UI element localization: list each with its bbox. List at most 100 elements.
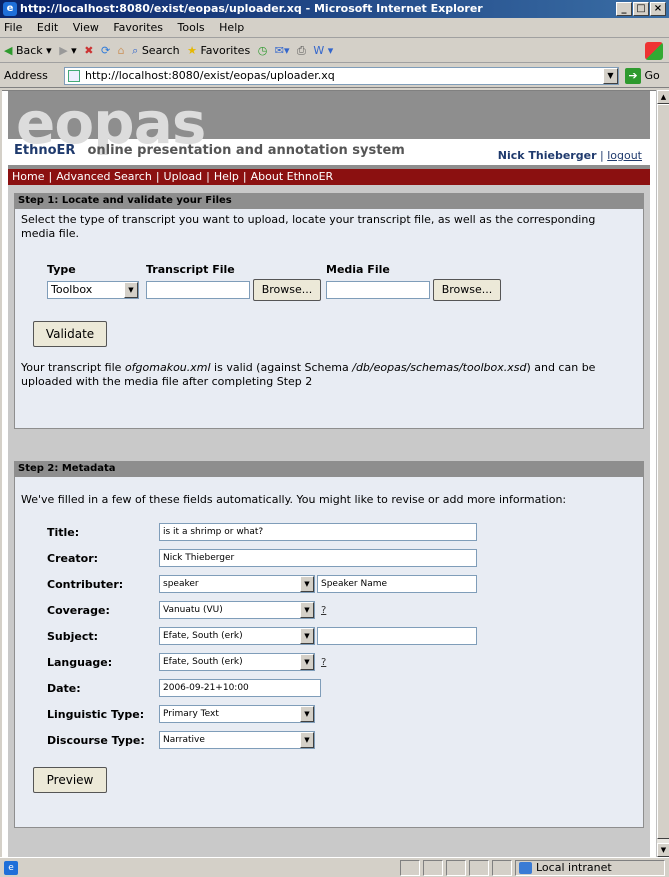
title-input[interactable]: is it a shrimp or what? bbox=[159, 523, 477, 541]
validate-button[interactable]: Validate bbox=[33, 321, 107, 347]
zone-label: Local intranet bbox=[536, 861, 612, 874]
linguistic-type-select[interactable]: Primary Text ▼ bbox=[159, 705, 315, 723]
page-background: eopas EthnoER online presentation and ann… bbox=[8, 91, 650, 857]
nav-upload[interactable]: Upload bbox=[164, 170, 203, 183]
browser-toolbar: ◀ Back ▾ ▶ ▾ ✖ ⟳ ⌂ ⌕ Search ★ Favorites … bbox=[0, 39, 669, 63]
language-help-link[interactable]: ? bbox=[321, 657, 326, 668]
intranet-icon bbox=[519, 862, 532, 874]
page-status-icon: e bbox=[4, 861, 18, 875]
status-segment bbox=[446, 860, 466, 876]
nav-advanced-search[interactable]: Advanced Search bbox=[56, 170, 152, 183]
window-titlebar: e http://localhost:8080/exist/eopas/uplo… bbox=[0, 0, 669, 18]
site-nav: Home | Advanced Search | Upload | Help | About E… bbox=[8, 169, 650, 185]
history-icon[interactable]: ◷ bbox=[258, 39, 268, 63]
menu-tools[interactable]: Tools bbox=[178, 21, 205, 34]
contributer-role-value: speaker bbox=[163, 579, 199, 589]
validation-result: Your transcript file ofgomakou.xml is va… bbox=[21, 361, 596, 388]
forward-button[interactable]: ▶ ▾ bbox=[59, 39, 77, 63]
date-input[interactable]: 2006-09-21+10:00 bbox=[159, 679, 321, 697]
type-select[interactable]: Toolbox ▼ bbox=[47, 281, 139, 299]
close-button[interactable]: × bbox=[650, 2, 666, 16]
media-file-label: Media File bbox=[326, 263, 390, 276]
maximize-button[interactable]: □ bbox=[633, 2, 649, 16]
step2-intro: We've filled in a few of these fields au… bbox=[21, 493, 567, 506]
chevron-down-icon: ▼ bbox=[300, 602, 314, 618]
contributer-role-select[interactable]: speaker ▼ bbox=[159, 575, 315, 593]
brand-tagline: online presentation and annotation syste… bbox=[87, 143, 405, 158]
home-icon[interactable]: ⌂ bbox=[118, 39, 125, 63]
coverage-help-link[interactable]: ? bbox=[321, 605, 326, 616]
back-button[interactable]: ◀ Back ▾ bbox=[4, 39, 52, 63]
menu-view[interactable]: View bbox=[73, 21, 99, 34]
window-title: http://localhost:8080/exist/eopas/upload… bbox=[20, 2, 483, 15]
search-button[interactable]: ⌕ Search bbox=[132, 39, 179, 63]
contributer-name-input[interactable]: Speaker Name bbox=[317, 575, 477, 593]
chevron-down-icon: ▼ bbox=[300, 654, 314, 670]
scroll-up-icon[interactable]: ▲ bbox=[657, 90, 669, 104]
user-name: Nick Thieberger bbox=[497, 149, 597, 162]
chevron-down-icon: ▼ bbox=[300, 576, 314, 592]
go-button[interactable]: ➔ Go bbox=[625, 67, 665, 85]
back-arrow-icon: ◀ bbox=[4, 44, 13, 57]
media-file-input[interactable] bbox=[326, 281, 430, 299]
media-browse-button[interactable]: Browse... bbox=[433, 279, 501, 301]
type-value: Toolbox bbox=[51, 283, 93, 296]
user-info: Nick Thieberger | logout bbox=[497, 149, 642, 162]
search-label: Search bbox=[141, 44, 180, 57]
coverage-value: Vanuatu (VU) bbox=[163, 605, 223, 615]
subject-extra-input[interactable] bbox=[317, 627, 477, 645]
menu-file[interactable]: File bbox=[4, 21, 22, 34]
vertical-scrollbar[interactable]: ▲ ▼ bbox=[656, 90, 669, 857]
coverage-select[interactable]: Vanuatu (VU) ▼ bbox=[159, 601, 315, 619]
scroll-thumb[interactable] bbox=[657, 104, 669, 839]
linguistic-type-value: Primary Text bbox=[163, 709, 219, 719]
nav-about[interactable]: About EthnoER bbox=[251, 170, 334, 183]
back-label: Back bbox=[15, 44, 43, 57]
go-arrow-icon: ➔ bbox=[625, 68, 641, 84]
subject-value: Efate, South (erk) bbox=[163, 631, 243, 641]
menu-edit[interactable]: Edit bbox=[37, 21, 58, 34]
chevron-down-icon: ▼ bbox=[300, 706, 314, 722]
page-viewport: eopas EthnoER online presentation and ann… bbox=[2, 90, 656, 857]
windows-logo-icon bbox=[645, 42, 663, 60]
language-label: Language: bbox=[47, 656, 113, 669]
address-input[interactable]: http://localhost:8080/exist/eopas/upload… bbox=[64, 67, 619, 85]
discourse-type-value: Narrative bbox=[163, 735, 205, 745]
menu-favorites[interactable]: Favorites bbox=[113, 21, 163, 34]
status-segment bbox=[423, 860, 443, 876]
date-label: Date: bbox=[47, 682, 81, 695]
creator-input[interactable]: Nick Thieberger bbox=[159, 549, 477, 567]
refresh-icon[interactable]: ⟳ bbox=[101, 39, 110, 63]
edit-icon[interactable]: W ▾ bbox=[313, 39, 333, 63]
language-select[interactable]: Efate, South (erk) ▼ bbox=[159, 653, 315, 671]
title-label: Title: bbox=[47, 526, 80, 539]
coverage-label: Coverage: bbox=[47, 604, 110, 617]
site-header: eopas EthnoER online presentation and ann… bbox=[8, 91, 650, 185]
transcript-browse-button[interactable]: Browse... bbox=[253, 279, 321, 301]
nav-home[interactable]: Home bbox=[12, 170, 44, 183]
transcript-file-input[interactable] bbox=[146, 281, 250, 299]
logout-link[interactable]: logout bbox=[607, 149, 642, 162]
discourse-type-label: Discourse Type: bbox=[47, 734, 145, 747]
stop-icon[interactable]: ✖ bbox=[84, 39, 93, 63]
menu-help[interactable]: Help bbox=[219, 21, 244, 34]
address-dropdown-icon[interactable]: ▼ bbox=[603, 68, 618, 84]
status-segment bbox=[469, 860, 489, 876]
brand-name: EthnoER bbox=[14, 143, 76, 158]
status-bar: e Local intranet bbox=[0, 857, 669, 877]
nav-help[interactable]: Help bbox=[214, 170, 239, 183]
subject-select[interactable]: Efate, South (erk) ▼ bbox=[159, 627, 315, 645]
scroll-down-icon[interactable]: ▼ bbox=[657, 843, 669, 857]
step1-panel: Select the type of transcript you want t… bbox=[14, 208, 644, 429]
mail-icon[interactable]: ✉▾ bbox=[275, 39, 290, 63]
type-label: Type bbox=[47, 263, 76, 276]
discourse-type-select[interactable]: Narrative ▼ bbox=[159, 731, 315, 749]
step1-header: Step 1: Locate and validate your Files bbox=[14, 193, 644, 208]
preview-button[interactable]: Preview bbox=[33, 767, 107, 793]
ie-icon: e bbox=[3, 2, 17, 16]
menu-bar: File Edit View Favorites Tools Help bbox=[0, 18, 669, 38]
step1-intro: Select the type of transcript you want t… bbox=[21, 213, 596, 240]
favorites-button[interactable]: ★ Favorites bbox=[187, 39, 250, 63]
print-icon[interactable]: ⎙ bbox=[297, 39, 306, 63]
minimize-button[interactable]: _ bbox=[616, 2, 632, 16]
